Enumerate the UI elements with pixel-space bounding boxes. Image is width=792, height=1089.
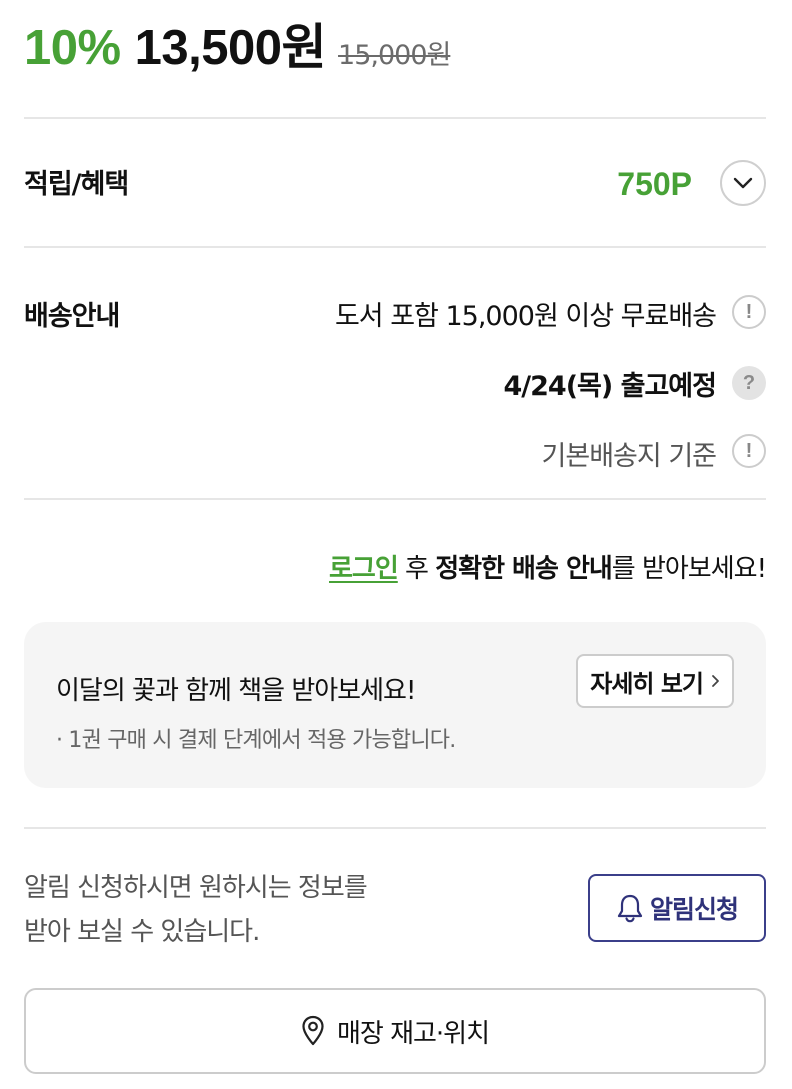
alert-line: 알림 신청하시면 원하시는 정보를 bbox=[24, 873, 368, 903]
login-link[interactable]: 로그인 bbox=[329, 554, 399, 584]
alert-line: 받아 보실 수 있습니다. bbox=[24, 917, 260, 947]
exclamation-circle-icon[interactable]: ! bbox=[732, 295, 766, 329]
login-notice: 로그인 후 정확한 배송 안내를 받아보세요! bbox=[329, 548, 767, 585]
store-stock-label: 매장 재고·위치 bbox=[336, 1018, 490, 1049]
chevron-right-icon bbox=[711, 674, 720, 688]
promo-title: 이달의 꽃과 함께 책을 받아보세요! bbox=[56, 676, 416, 706]
exclamation-circle-icon[interactable]: ! bbox=[732, 434, 766, 468]
free-shipping-info: 도서 포함 15,000원 이상 무료배송 bbox=[334, 301, 717, 332]
promo-note: · 1권 구매 시 결제 단계에서 적용 가능합니다. bbox=[56, 728, 456, 753]
benefit-label: 적립/혜택 bbox=[24, 169, 129, 200]
store-stock-button[interactable]: 매장 재고·위치 bbox=[24, 988, 766, 1074]
divider bbox=[24, 498, 766, 500]
alert-description: 알림 신청하시면 원하시는 정보를 받아 보실 수 있습니다. bbox=[24, 866, 368, 954]
divider bbox=[24, 117, 766, 119]
question-circle-icon[interactable]: ? bbox=[732, 366, 766, 400]
login-notice-text: 를 받아보세요! bbox=[611, 554, 767, 584]
points-value: 750P bbox=[617, 166, 692, 202]
location-pin-icon bbox=[301, 1015, 325, 1047]
sale-price: 13,500원 bbox=[134, 21, 327, 75]
shipping-label: 배송안내 bbox=[24, 301, 120, 332]
alert-subscribe-label: 알림신청 bbox=[649, 895, 739, 924]
chevron-down-icon bbox=[733, 177, 753, 189]
alert-subscribe-button[interactable]: 알림신청 bbox=[588, 874, 766, 942]
divider bbox=[24, 246, 766, 248]
login-notice-text: 후 bbox=[397, 554, 436, 584]
bell-icon bbox=[616, 893, 644, 923]
divider bbox=[24, 827, 766, 829]
shipping-basis: 기본배송지 기준 bbox=[541, 441, 717, 472]
price-row: 10% 13,500원 15,000원 bbox=[24, 8, 451, 80]
detail-view-label: 자세히 보기 bbox=[590, 669, 704, 698]
login-notice-bold: 정확한 배송 안내 bbox=[435, 554, 613, 584]
original-price: 15,000원 bbox=[338, 40, 451, 71]
promo-box: 이달의 꽃과 함께 책을 받아보세요! 자세히 보기 · 1권 구매 시 결제 … bbox=[24, 622, 766, 788]
release-date: 4/24(목) 출고예정 bbox=[503, 371, 717, 402]
benefit-expand-button[interactable] bbox=[720, 160, 766, 206]
detail-view-button[interactable]: 자세히 보기 bbox=[576, 654, 734, 708]
discount-rate: 10% bbox=[24, 21, 121, 75]
